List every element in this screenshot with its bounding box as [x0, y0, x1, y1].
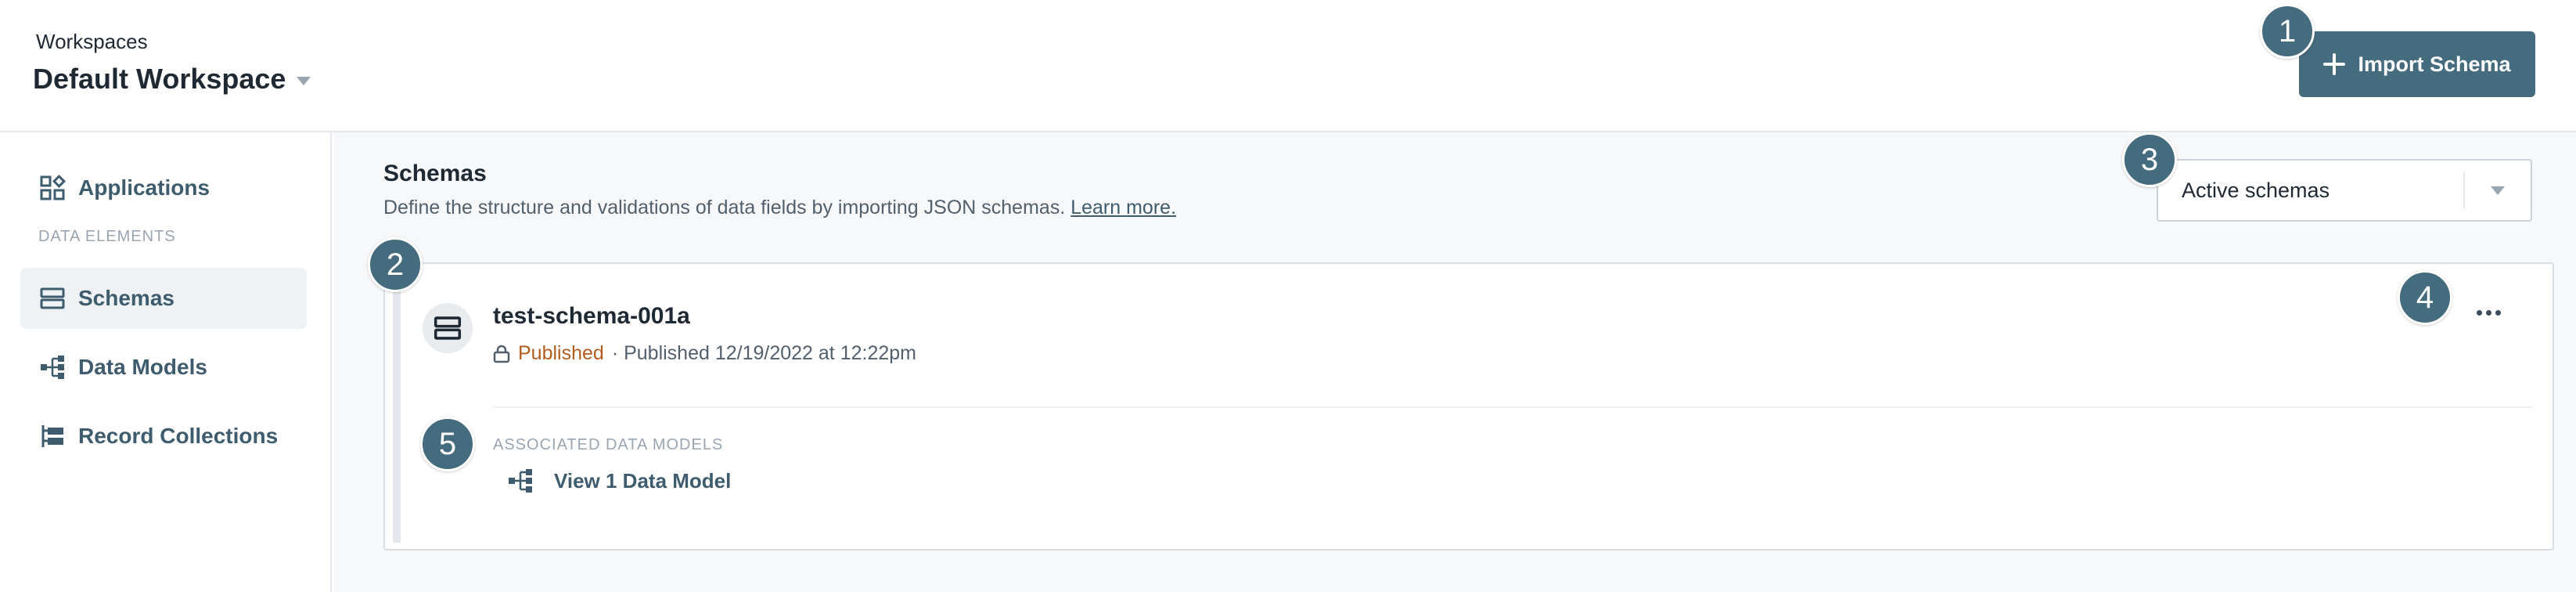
associated-data-models-heading: ASSOCIATED DATA MODELS: [493, 436, 724, 453]
view-data-model-link[interactable]: View 1 Data Model: [507, 467, 731, 494]
description-text: Define the structure and validations of …: [383, 197, 1066, 218]
more-icon: [2476, 309, 2482, 316]
schemas-icon: [39, 285, 66, 312]
schema-type-icon: [434, 316, 462, 340]
callout-3: 3: [2122, 132, 2177, 187]
data-models-icon: [509, 469, 532, 493]
callout-1: 1: [2260, 4, 2315, 59]
more-icon: [2485, 309, 2491, 316]
schema-meta: Published · Published 12/19/2022 at 12:2…: [493, 342, 916, 365]
chevron-down-icon: [2491, 186, 2505, 195]
callout-4: 4: [2398, 270, 2452, 325]
sidebar-item-applications[interactable]: Applications: [20, 157, 307, 218]
data-elements-heading: DATA ELEMENTS: [38, 228, 176, 245]
import-schema-label: Import Schema: [2358, 52, 2511, 76]
sidebar-item-data-models[interactable]: Data Models: [20, 337, 307, 398]
page-description: Define the structure and validations of …: [383, 197, 1176, 219]
applications-icon: [39, 175, 66, 201]
page-title: Schemas: [383, 161, 487, 186]
main-content: Schemas Define the structure and validat…: [333, 132, 2576, 592]
workspace-name: Default Workspace: [33, 63, 286, 95]
sidebar-item-record-collections[interactable]: Record Collections: [20, 406, 307, 467]
schema-card: test-schema-001a Published · Published 1…: [383, 262, 2554, 550]
filter-selected-value: Active schemas: [2182, 178, 2330, 202]
schema-status-filter[interactable]: Active schemas: [2157, 159, 2532, 222]
card-divider: [493, 406, 2534, 408]
status-badge: Published: [518, 342, 604, 364]
import-schema-button[interactable]: Import Schema: [2299, 31, 2535, 97]
callout-2: 2: [368, 237, 423, 292]
sidebar: Applications DATA ELEMENTS Schemas Data …: [0, 132, 332, 592]
published-info: · Published 12/19/2022 at 12:22pm: [611, 342, 916, 364]
sidebar-item-label: Record Collections: [78, 424, 279, 448]
workspaces-label: Workspaces: [36, 30, 148, 53]
schema-avatar: [423, 303, 473, 353]
callout-5: 5: [420, 417, 475, 471]
sidebar-item-label: Schemas: [78, 286, 174, 310]
view-data-model-label: View 1 Data Model: [554, 468, 732, 493]
sidebar-item-label: Data Models: [78, 355, 207, 379]
lock-icon: [493, 345, 510, 363]
card-accent-bar: [393, 272, 401, 543]
sidebar-item-schemas[interactable]: Schemas: [20, 268, 307, 329]
data-models-icon: [39, 354, 66, 381]
top-header: Workspaces Default Workspace Import Sche…: [0, 0, 2576, 132]
more-icon: [2495, 309, 2501, 316]
sidebar-item-label: Applications: [78, 175, 210, 200]
more-options-button[interactable]: [2465, 297, 2512, 328]
record-collections-icon: [39, 423, 66, 449]
schema-name[interactable]: test-schema-001a: [493, 303, 690, 330]
learn-more-link[interactable]: Learn more.: [1070, 197, 1176, 218]
workspace-switcher[interactable]: Default Workspace: [33, 63, 311, 96]
caret-down-icon: [297, 76, 311, 85]
plus-icon: [2323, 53, 2346, 75]
filter-dropdown-toggle[interactable]: [2465, 161, 2531, 220]
